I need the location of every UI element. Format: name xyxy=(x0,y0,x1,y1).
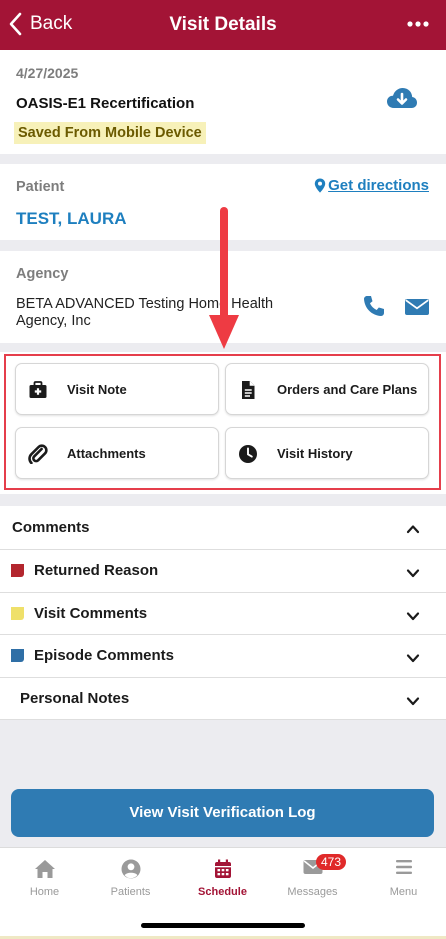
tab-messages-label: Messages xyxy=(287,886,338,898)
comments-section: Comments Returned Reason Visit Comments … xyxy=(0,506,446,720)
returned-reason-label: Returned Reason xyxy=(34,562,159,580)
chevron-down-icon xyxy=(406,693,420,711)
episode-comments-label: Episode Comments xyxy=(34,647,175,665)
messages-badge: 473 xyxy=(316,854,347,870)
returned-reason-note-icon xyxy=(11,564,24,578)
paperclip-icon xyxy=(28,444,48,469)
personal-notes-row[interactable]: Personal Notes xyxy=(0,678,446,720)
app-header: Back Visit Details xyxy=(0,0,446,50)
calendar-icon xyxy=(178,859,267,879)
visit-comments-row[interactable]: Visit Comments xyxy=(0,593,446,635)
tab-schedule-label: Schedule xyxy=(198,886,247,898)
home-indicator xyxy=(141,923,305,928)
phone-icon[interactable] xyxy=(362,294,386,323)
document-icon xyxy=(238,380,258,405)
page-title: Visit Details xyxy=(169,14,277,35)
chevron-down-icon xyxy=(406,565,420,583)
chevron-down-icon xyxy=(406,608,420,626)
map-pin-icon xyxy=(314,178,326,193)
attachments-button[interactable]: Attachments xyxy=(15,427,219,479)
patient-label: Patient xyxy=(16,179,65,195)
status-badge: Saved From Mobile Device xyxy=(14,122,206,144)
tab-schedule[interactable]: Schedule xyxy=(178,848,267,908)
tab-menu-label: Menu xyxy=(389,886,418,898)
visit-note-button[interactable]: Visit Note xyxy=(15,363,219,415)
agency-label: Agency xyxy=(16,266,69,282)
comments-header[interactable]: Comments xyxy=(0,506,446,550)
tab-home-label: Home xyxy=(29,886,60,898)
more-options-icon[interactable] xyxy=(406,14,430,39)
episode-comments-row[interactable]: Episode Comments xyxy=(0,635,446,678)
visit-comments-label: Visit Comments xyxy=(34,604,148,622)
personal-notes-label: Personal Notes xyxy=(20,689,130,707)
get-directions-label: Get directions xyxy=(328,177,429,194)
returned-reason-row[interactable]: Returned Reason xyxy=(0,550,446,593)
visit-info-card: 4/27/2025 OASIS-E1 Recertification Saved… xyxy=(0,50,446,154)
comments-title: Comments xyxy=(12,519,90,536)
chevron-up-icon xyxy=(406,521,420,539)
episode-comments-note-icon xyxy=(11,649,24,663)
home-icon xyxy=(0,859,89,879)
visit-date: 4/27/2025 xyxy=(16,65,79,81)
tab-patients[interactable]: Patients xyxy=(86,848,175,908)
cloud-download-icon[interactable] xyxy=(386,86,418,117)
user-icon xyxy=(86,859,175,879)
visit-comments-note-icon xyxy=(11,606,24,620)
menu-icon xyxy=(359,859,446,875)
agency-name: BETA ADVANCED Testing Home Health Agency… xyxy=(16,296,274,329)
visit-type: OASIS-E1 Recertification xyxy=(16,95,195,112)
visit-note-label: Visit Note xyxy=(67,382,127,397)
chevron-down-icon xyxy=(406,650,420,668)
patient-name[interactable]: TEST, LAURA xyxy=(16,209,127,229)
visit-history-label: Visit History xyxy=(277,446,353,461)
orders-care-plans-label: Orders and Care Plans xyxy=(277,382,418,397)
orders-care-plans-button[interactable]: Orders and Care Plans xyxy=(225,363,429,415)
visit-history-button[interactable]: Visit History xyxy=(225,427,429,479)
get-directions-link[interactable]: Get directions xyxy=(314,177,429,194)
tab-menu[interactable]: Menu xyxy=(359,848,446,908)
tab-home[interactable]: Home xyxy=(0,848,89,908)
view-visit-verification-log-button[interactable]: View Visit Verification Log xyxy=(11,789,434,837)
annotation-arrow xyxy=(204,203,244,356)
medical-kit-icon xyxy=(28,380,48,405)
attachments-label: Attachments xyxy=(67,446,146,461)
email-icon[interactable] xyxy=(404,297,430,322)
clock-icon xyxy=(238,444,258,469)
tab-patients-label: Patients xyxy=(110,886,151,898)
